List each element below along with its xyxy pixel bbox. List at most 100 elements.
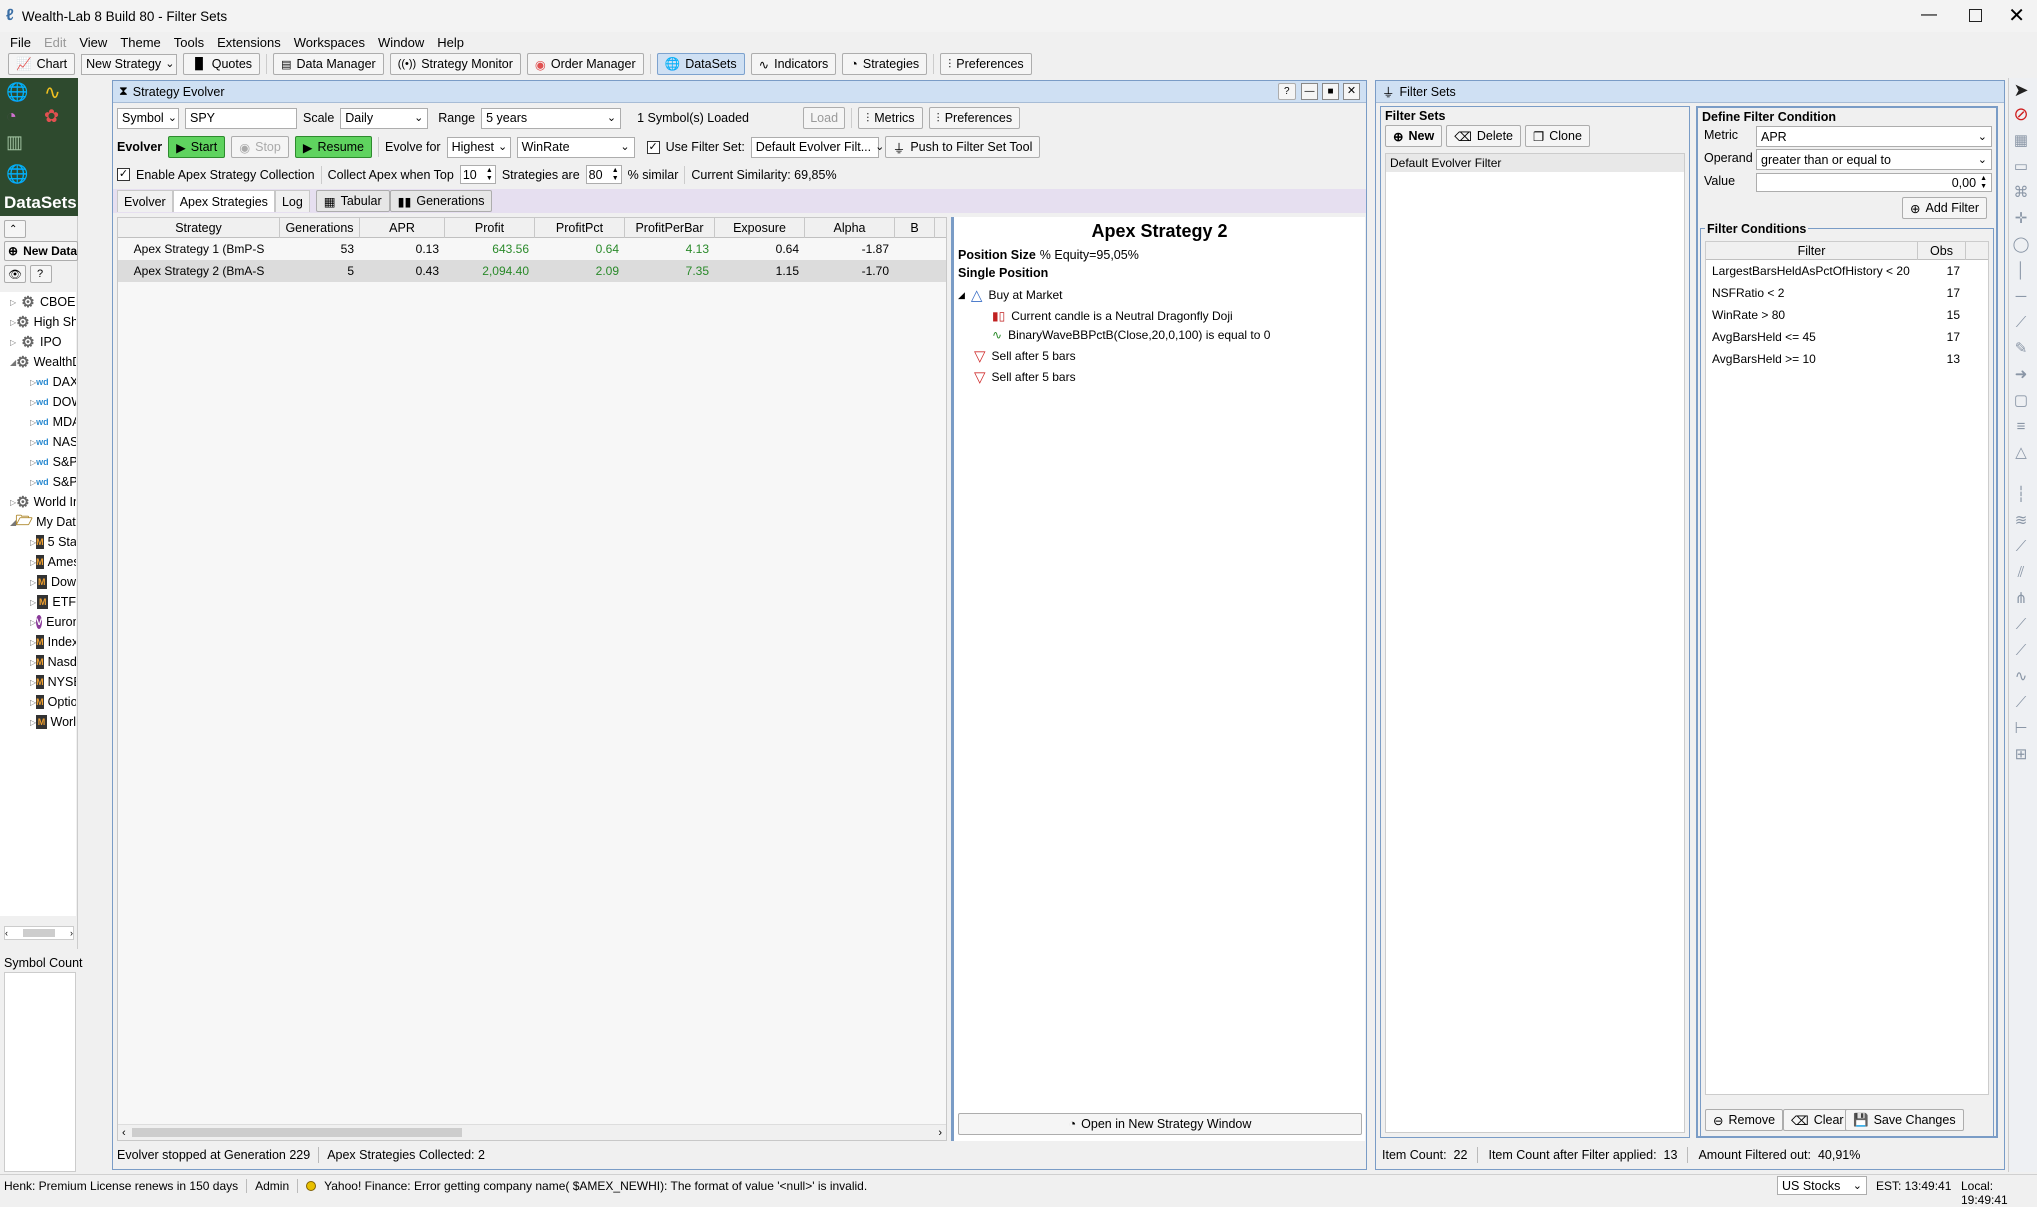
menu-tools[interactable]: Tools xyxy=(174,35,204,50)
globe-icon[interactable]: 🌐 xyxy=(6,82,28,103)
quotes-button[interactable]: ▐▌ Quotes xyxy=(183,53,261,75)
tree-item[interactable]: ▷ wd DAX xyxy=(0,372,76,392)
palette-icon[interactable]: ◔ xyxy=(6,106,17,127)
menu-help[interactable]: Help xyxy=(437,35,464,50)
indicators-button[interactable]: ∿ Indicators xyxy=(750,53,837,75)
col-alpha[interactable]: Alpha xyxy=(805,218,895,238)
delete-filter-set-button[interactable]: ⌫ Delete xyxy=(1446,125,1522,147)
grid-icon[interactable]: ⊞ xyxy=(2009,742,2033,766)
close-button[interactable]: ✕ xyxy=(1343,83,1360,100)
col-strategy[interactable]: Strategy xyxy=(118,218,280,238)
tree-item[interactable]: ▷VEuron xyxy=(0,612,76,632)
col-profit[interactable]: Profit xyxy=(445,218,535,238)
magnet-icon[interactable]: ⌘ xyxy=(2009,180,2033,204)
col-obs[interactable]: Obs xyxy=(1918,241,1966,260)
condition-item[interactable]: ∿ BinaryWaveBBPctB(Close,20,0,100) is eq… xyxy=(992,328,1365,342)
generations-button[interactable]: ▮▮ Generations xyxy=(389,190,493,212)
metrics-button[interactable]: ⫶ Metrics xyxy=(858,107,923,129)
col-profitperbar[interactable]: ProfitPerBar xyxy=(625,218,715,238)
tree-item[interactable]: ▷ M Index xyxy=(0,632,76,652)
symbol-input[interactable]: SPY xyxy=(185,107,297,129)
horizontal-line-icon[interactable]: ─ xyxy=(2009,284,2033,308)
wave-icon[interactable]: ∿ xyxy=(2009,664,2033,688)
library-icon[interactable]: ▥ xyxy=(6,132,23,153)
help-button[interactable]: ? xyxy=(30,265,52,283)
pencil-icon[interactable]: ✎ xyxy=(2009,336,2033,360)
tree-item[interactable]: ▷⚙High Sho xyxy=(0,312,76,332)
new-dataset-button[interactable]: ⊕New DataSe xyxy=(4,241,78,261)
tree-item[interactable]: ▷ ⚙ CBOE xyxy=(0,292,76,312)
tree-item[interactable]: ▷MAmes xyxy=(0,552,76,572)
symbol-mode-dropdown[interactable]: Symbol xyxy=(117,107,179,129)
gann-icon[interactable]: ⟋ xyxy=(2009,638,2033,662)
close-window-button[interactable]: ✕ xyxy=(2008,3,2025,28)
tree-item[interactable]: ▷wdDOW xyxy=(0,392,76,412)
tree-item[interactable]: ◢⚙WealthD xyxy=(0,352,76,372)
triangle-icon[interactable]: △ xyxy=(2009,440,2033,464)
resume-button[interactable]: ▶ Resume xyxy=(294,136,373,158)
evolve-direction-dropdown[interactable]: Highest xyxy=(446,136,511,158)
clear-filters-button[interactable]: ⌫ Clear xyxy=(1783,1109,1852,1131)
metric-dropdown[interactable]: APR xyxy=(1756,126,1992,147)
tree-item[interactable]: ▷wdNASD xyxy=(0,432,76,452)
ellipse-icon[interactable]: ◯ xyxy=(2009,232,2033,256)
calendar-icon[interactable]: ▭ xyxy=(2009,154,2033,178)
similar-stepper[interactable]: 80 ▲ ▼ xyxy=(585,165,622,184)
add-filter-button[interactable]: ⊕ Add Filter xyxy=(1902,197,1987,219)
stop-button[interactable]: ◉ Stop xyxy=(231,136,289,158)
wave-icon[interactable]: ∿ xyxy=(44,80,61,105)
strategies-button[interactable]: ◔ Strategies xyxy=(842,53,928,75)
crosshair-icon[interactable]: ✛ xyxy=(2009,206,2033,230)
tree-item[interactable]: ◢🗁My Data! xyxy=(0,512,76,532)
order-manager-button[interactable]: ◉ Order Manager xyxy=(526,53,644,75)
rectangle-icon[interactable]: ▢ xyxy=(2009,388,2033,412)
market-dropdown[interactable]: US Stocks xyxy=(1777,1176,1867,1195)
table-row[interactable]: WinRate > 80 15 xyxy=(1706,304,1988,326)
fan-icon[interactable]: ⟋ xyxy=(2009,690,2033,714)
start-button[interactable]: ▶ Start xyxy=(168,136,226,158)
col-b[interactable]: B xyxy=(895,218,935,238)
evolver-preferences-button[interactable]: ⫶ Preferences xyxy=(928,107,1021,129)
table-row[interactable]: AvgBarsHeld <= 45 17 xyxy=(1706,326,1988,348)
table-hscrollbar[interactable]: ‹ › xyxy=(118,1124,946,1140)
menu-theme[interactable]: Theme xyxy=(120,35,160,50)
tree-item[interactable]: ▷ wd S&P xyxy=(0,452,76,472)
buy-rule[interactable]: ◢ △ Buy at Market xyxy=(958,286,1365,304)
menu-extensions[interactable]: Extensions xyxy=(217,35,281,50)
table-row[interactable]: Apex Strategy 2 (BmA-S 5 0.43 2,094.40 2… xyxy=(118,260,946,282)
table-row[interactable]: LargestBarsHeldAsPctOfHistory < 20 17 xyxy=(1706,260,1988,282)
tab-evolver[interactable]: Evolver xyxy=(117,190,173,212)
vertical-line-icon[interactable]: │ xyxy=(2009,258,2033,282)
clone-filter-set-button[interactable]: ❐ Clone xyxy=(1525,125,1590,147)
range-dropdown[interactable]: 5 years xyxy=(481,107,622,129)
use-filter-set-checkbox[interactable]: ✓ xyxy=(646,140,660,154)
expand-arrow-icon[interactable]: ▷ xyxy=(30,598,37,607)
strategy-monitor-button[interactable]: ((•)) Strategy Monitor xyxy=(389,53,521,75)
col-generations[interactable]: Generations xyxy=(280,218,360,238)
menu-edit[interactable]: Edit xyxy=(44,35,66,50)
tab-log[interactable]: Log xyxy=(274,190,310,212)
table-row[interactable]: Apex Strategy 1 (BmP-S 53 0.13 643.56 0.… xyxy=(118,238,946,260)
trendline-icon[interactable]: ⟋ xyxy=(2009,310,2033,334)
tree-hscrollbar[interactable]: ‹ › xyxy=(4,926,74,940)
menu-view[interactable]: View xyxy=(79,35,107,50)
menu-file[interactable]: File xyxy=(10,35,31,50)
col-apr[interactable]: APR xyxy=(360,218,445,238)
tabular-button[interactable]: ▦ Tabular xyxy=(315,190,390,212)
evolve-metric-dropdown[interactable]: WinRate xyxy=(516,136,635,158)
channel-icon[interactable]: ⫽ xyxy=(2009,560,2033,584)
pitchfork-icon[interactable]: ⋔ xyxy=(2009,586,2033,610)
condition-item[interactable]: ▮▯ Current candle is a Neutral Dragonfly… xyxy=(992,309,1365,323)
new-strategy-dropdown[interactable]: New Strategy xyxy=(81,53,178,75)
col-profitpct[interactable]: ProfitPct xyxy=(535,218,625,238)
fibonacci-icon[interactable]: ≋ xyxy=(2009,508,2033,532)
table-row[interactable]: NSFRatio < 2 17 xyxy=(1706,282,1988,304)
tree-item[interactable]: ▷ M Optio xyxy=(0,692,76,712)
maximize-button[interactable]: ■ xyxy=(1322,83,1339,100)
load-button[interactable]: Load xyxy=(803,107,846,129)
tree-item[interactable]: ▷ ⚙ IPO xyxy=(0,332,76,352)
collapse-button[interactable]: ⌃ xyxy=(4,220,26,238)
list-item[interactable]: Default Evolver Filter xyxy=(1386,154,1684,172)
arrow-icon[interactable]: ➜ xyxy=(2009,362,2033,386)
sell-rule[interactable]: ▽ Sell after 5 bars xyxy=(974,368,1365,386)
